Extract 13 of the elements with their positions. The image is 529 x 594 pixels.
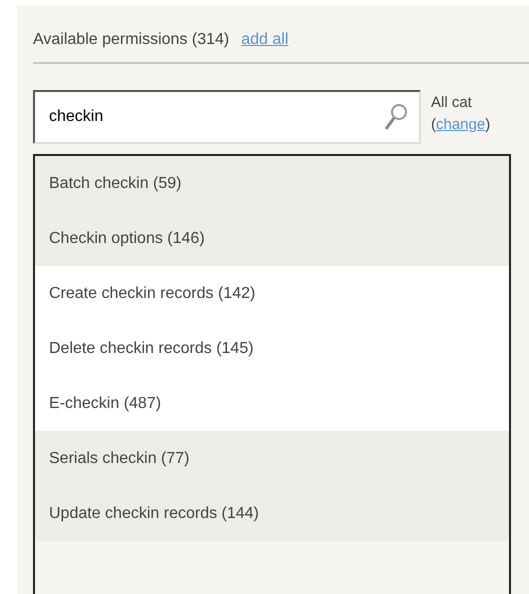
result-item[interactable]: Update checkin records (144) xyxy=(35,486,509,541)
paren-text: ( xyxy=(431,116,436,133)
category-label: All cat xyxy=(431,93,473,113)
paren-text: ) xyxy=(485,116,490,133)
result-item[interactable]: Create checkin records (142) xyxy=(35,266,509,321)
result-item[interactable]: Batch checkin (59) xyxy=(35,156,509,211)
result-item[interactable]: Delete checkin records (145) xyxy=(35,321,509,376)
result-item[interactable]: Serials checkin (77) xyxy=(35,431,509,486)
search-field[interactable]: checkin xyxy=(33,90,421,144)
result-item[interactable]: E-checkin (487) xyxy=(35,376,509,431)
section-title: Available permissions (314) xyxy=(33,30,230,50)
result-item[interactable]: Checkin options (146) xyxy=(35,211,509,266)
search-icon[interactable] xyxy=(383,102,409,132)
